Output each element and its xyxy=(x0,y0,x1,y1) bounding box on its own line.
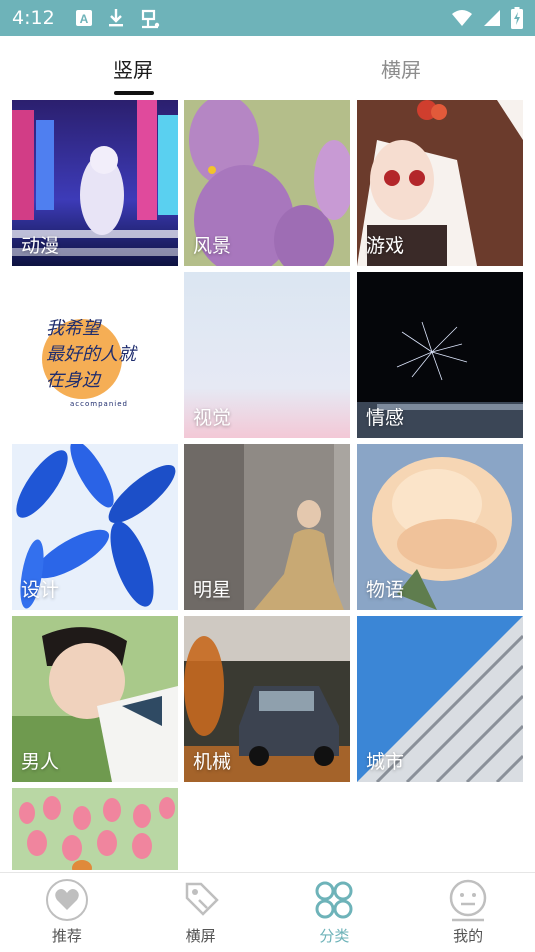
category-grid-icon xyxy=(311,877,357,923)
category-tile-games[interactable]: 游戏 xyxy=(357,100,523,266)
nav-label: 我的 xyxy=(453,927,484,945)
category-grid: 动漫 风景 游戏 我希望 最好的人就 在身边 accompanied 视觉 情感… xyxy=(12,100,523,870)
category-tile-celebrity[interactable]: 明星 xyxy=(184,444,350,610)
category-label: 动漫 xyxy=(21,235,60,257)
category-tile-flowers[interactable] xyxy=(12,788,178,870)
quote-artwork: 我希望 最好的人就 在身边 accompanied xyxy=(12,272,178,438)
flowers-thumbnail xyxy=(12,788,178,870)
quote-artwork-caption: accompanied xyxy=(70,400,128,408)
tab-portrait[interactable]: 竖屏 xyxy=(73,54,193,83)
tag-icon xyxy=(178,877,224,923)
category-tile-men[interactable]: 男人 xyxy=(12,616,178,782)
category-label: 明星 xyxy=(193,579,232,601)
active-tab-indicator xyxy=(114,91,154,95)
category-label: 游戏 xyxy=(366,235,405,257)
category-tile-scenery[interactable]: 风景 xyxy=(184,100,350,266)
nav-label: 横屏 xyxy=(185,927,216,945)
heart-icon xyxy=(44,877,90,923)
nav-label: 分类 xyxy=(319,927,350,945)
category-label: 男人 xyxy=(21,751,60,773)
signal-icon xyxy=(483,9,501,27)
category-label: 视觉 xyxy=(193,407,232,429)
category-tile-machinery[interactable]: 机械 xyxy=(184,616,350,782)
battery-charging-icon xyxy=(511,7,523,29)
category-tile-visual[interactable]: 视觉 xyxy=(184,272,350,438)
nav-item-category[interactable]: 分类 xyxy=(268,873,402,952)
download-icon xyxy=(107,8,125,28)
category-tile-quote[interactable]: 我希望 最好的人就 在身边 accompanied xyxy=(12,272,178,438)
bottom-navigation: 推荐 横屏 分类 我的 xyxy=(0,872,535,952)
category-tile-city[interactable]: 城市 xyxy=(357,616,523,782)
category-label: 城市 xyxy=(366,751,405,773)
smiley-profile-icon xyxy=(445,877,491,923)
quote-artwork-text: 我希望 最好的人就 在身边 xyxy=(46,318,136,391)
orientation-tabs: 竖屏 横屏 xyxy=(0,36,535,98)
status-bar: 4:12 A xyxy=(0,0,535,36)
category-label: 物语 xyxy=(366,579,405,601)
a-notification-icon: A xyxy=(75,9,93,27)
bug-icon xyxy=(139,7,161,29)
nav-label: 推荐 xyxy=(51,927,82,945)
category-tile-design[interactable]: 设计 xyxy=(12,444,178,610)
nav-item-recommend[interactable]: 推荐 xyxy=(0,873,134,952)
nav-item-landscape[interactable]: 横屏 xyxy=(134,873,268,952)
category-tile-anime[interactable]: 动漫 xyxy=(12,100,178,266)
category-tile-emotion[interactable]: 情感 xyxy=(357,272,523,438)
category-label: 机械 xyxy=(193,751,232,773)
category-label: 风景 xyxy=(193,235,232,257)
category-tile-story[interactable]: 物语 xyxy=(357,444,523,610)
svg-text:A: A xyxy=(79,12,88,26)
category-label: 情感 xyxy=(366,407,405,429)
nav-item-mine[interactable]: 我的 xyxy=(401,873,535,952)
status-time: 4:12 xyxy=(12,7,55,29)
category-label: 设计 xyxy=(21,579,60,601)
tab-landscape[interactable]: 横屏 xyxy=(341,54,461,83)
wifi-icon xyxy=(451,9,473,27)
